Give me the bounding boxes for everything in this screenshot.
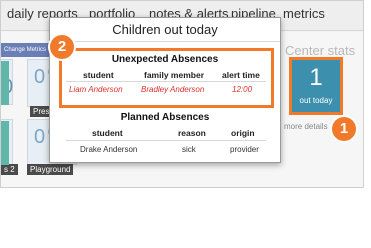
nav-metrics[interactable]: metrics xyxy=(283,6,325,21)
tile-tag: s 2 xyxy=(1,164,18,175)
planned-absences-title: Planned Absences xyxy=(120,112,210,123)
out-today-label: out today xyxy=(299,96,333,105)
callout-badge-1: 1 xyxy=(332,117,356,141)
tile-tag: Playground xyxy=(27,164,74,175)
planned-origin-cell: provider xyxy=(230,145,259,154)
center-stats-heading: Center stats xyxy=(285,43,356,58)
popup-title: Children out today xyxy=(50,18,280,42)
tile-accent-strip xyxy=(1,61,9,105)
table-rule xyxy=(66,140,266,141)
col-header-family-member: family member xyxy=(144,70,204,80)
col-header-student: student xyxy=(83,70,114,80)
col-header-origin: origin xyxy=(231,128,255,138)
out-today-tile[interactable]: 1 out today xyxy=(289,57,343,115)
screenshot-frame: daily reports portfolio notes & alerts p… xyxy=(0,0,364,188)
unexpected-family-cell: Bradley Anderson xyxy=(141,85,205,94)
table-rule xyxy=(66,81,266,82)
more-details-link[interactable]: more details xyxy=(284,122,328,131)
change-metrics-button[interactable]: Change Metrics xyxy=(1,43,53,57)
tile-number: 0 xyxy=(34,66,46,88)
tile-number: 0 xyxy=(34,126,46,148)
unexpected-absences-title: Unexpected Absences xyxy=(111,54,219,65)
planned-student-cell[interactable]: Drake Anderson xyxy=(80,145,137,154)
col-header-student: student xyxy=(92,128,123,138)
callout-badge-2: 2 xyxy=(50,35,74,59)
children-out-today-popup: Children out today Unexpected Absences s… xyxy=(49,17,281,163)
planned-reason-cell: sick xyxy=(182,145,196,154)
out-today-count: 1 xyxy=(309,64,323,91)
col-header-reason: reason xyxy=(178,128,206,138)
unexpected-alert-time-cell: 12:00 xyxy=(232,85,253,94)
unexpected-student-cell[interactable]: Liam Anderson xyxy=(69,85,123,94)
tile-accent-strip xyxy=(1,121,9,165)
col-header-alert-time: alert time xyxy=(222,70,260,80)
